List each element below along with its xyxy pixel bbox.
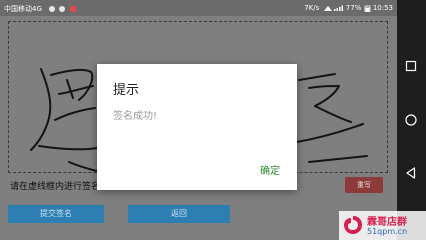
- app-notification-icon: [69, 6, 76, 12]
- watermark-url: 51qpm.cn: [367, 227, 408, 236]
- battery-icon: [364, 5, 370, 12]
- clock: 10:53: [372, 4, 393, 12]
- dialog-title: 提示: [113, 83, 140, 98]
- carrier-label: 中国移动4G: [4, 5, 42, 13]
- status-left: 中国移动4G: [4, 4, 76, 14]
- alert-dialog: 提示 签名成功! 确定: [97, 64, 297, 190]
- battery-percent: 77%: [345, 4, 362, 12]
- app-screen: 中国移动4G 7K/s 77% 10:53 请在虚线框内进行签名 重写 提交签名…: [0, 0, 397, 240]
- back-nav-icon[interactable]: [404, 166, 418, 180]
- wechat-icon: [59, 6, 66, 12]
- dialog-ok-button[interactable]: 确定: [260, 162, 280, 177]
- recent-apps-icon[interactable]: [404, 59, 418, 73]
- watermark-logo-icon: [344, 216, 362, 234]
- signature-hint: 请在虚线框内进行签名: [10, 182, 101, 192]
- home-icon[interactable]: [404, 113, 418, 127]
- clear-signature-button[interactable]: 重写: [345, 177, 383, 193]
- notification-icons: [47, 5, 76, 13]
- site-watermark: 霖哥店群 51qpm.cn: [339, 211, 426, 240]
- back-button[interactable]: 返回: [128, 205, 230, 223]
- android-nav-bar: [397, 0, 426, 240]
- notification-icon: [49, 6, 56, 12]
- network-speed: 7K/s: [304, 4, 320, 12]
- status-bar: 中国移动4G 7K/s 77% 10:53: [0, 0, 397, 16]
- submit-signature-button[interactable]: 提交签名: [8, 205, 104, 223]
- dialog-message: 签名成功!: [113, 111, 158, 122]
- signal-wifi-icon: [323, 5, 343, 11]
- watermark-name: 霖哥店群: [367, 217, 407, 228]
- status-right: 7K/s 77% 10:53: [304, 4, 393, 12]
